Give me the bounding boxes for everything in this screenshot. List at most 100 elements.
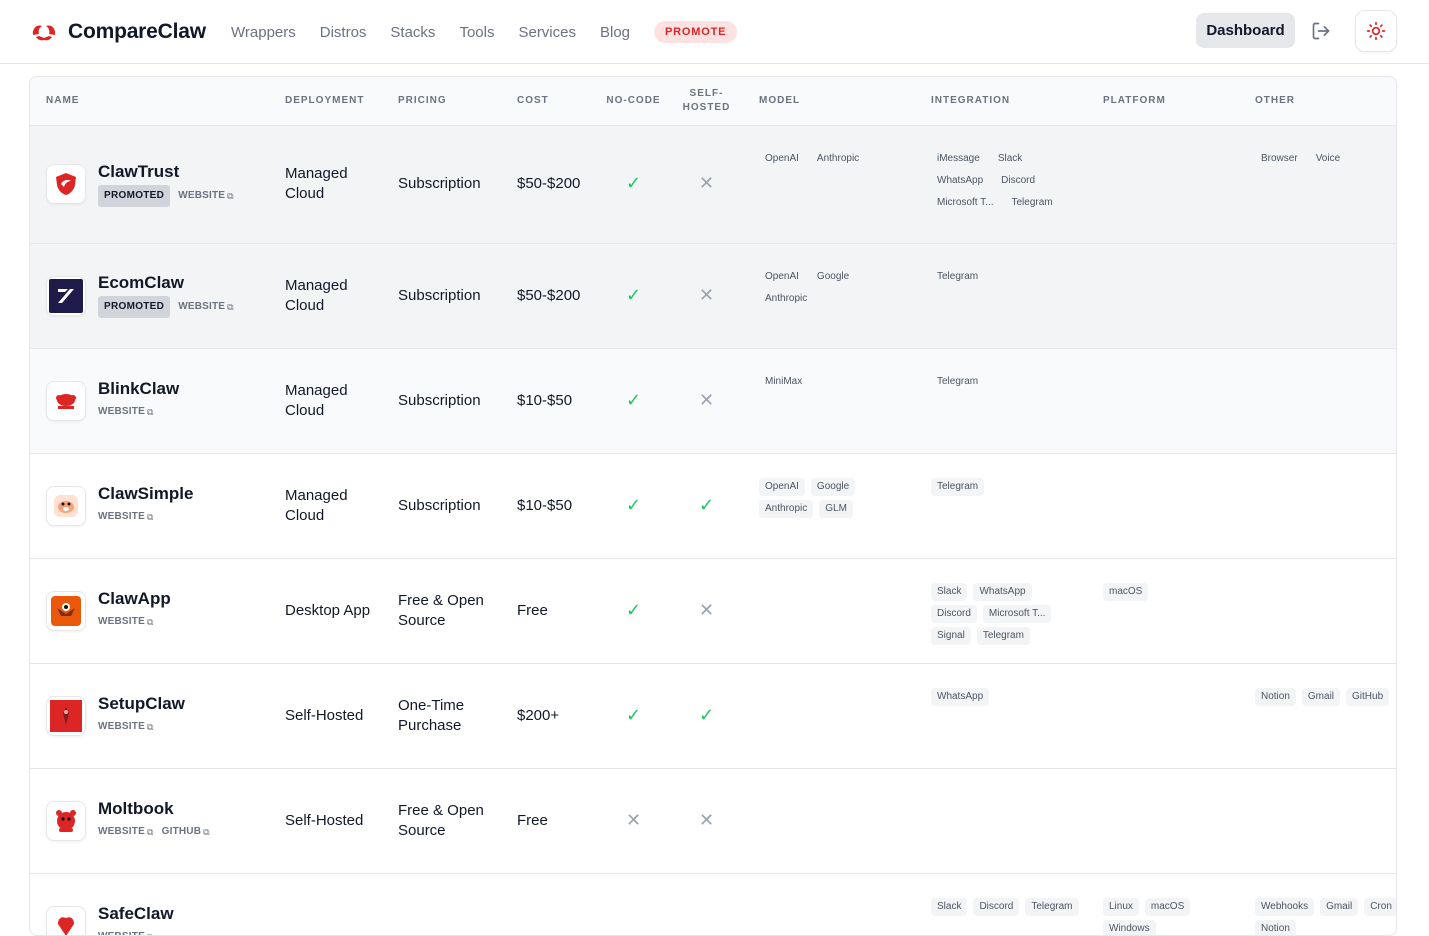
nav-link-tools[interactable]: Tools: [459, 24, 494, 41]
cell-no-code: ✓: [597, 348, 670, 453]
cell-integration: Telegram: [915, 243, 1087, 348]
cell-integration-tags: Telegram: [931, 268, 1081, 286]
github-link[interactable]: GITHUB⧉: [162, 822, 210, 842]
tag-telegram: Telegram: [931, 478, 984, 496]
nav-link-blog[interactable]: Blog: [600, 24, 630, 41]
dashboard-button[interactable]: Dashboard: [1196, 13, 1295, 48]
tool-logo-clawtrust[interactable]: [46, 164, 86, 204]
column-header-no-code[interactable]: NO-CODE: [597, 77, 670, 125]
website-link[interactable]: WEBSITE⧉: [178, 297, 234, 317]
cell-deployment-value: Managed Cloud: [285, 382, 348, 419]
cell-model-tags: OpenAIGoogleAnthropic: [759, 268, 909, 308]
tool-logo-moltbook[interactable]: [46, 801, 86, 841]
cell-integration: [915, 768, 1087, 873]
tag-whatsapp: WhatsApp: [973, 583, 1031, 601]
cell-cost-value: $10-$50: [517, 392, 572, 409]
cell-cost: $50-$200: [501, 243, 597, 348]
website-link[interactable]: WEBSITE⧉: [98, 822, 154, 842]
column-header-name[interactable]: NAME: [30, 77, 269, 125]
nav-link-wrappers[interactable]: Wrappers: [231, 24, 296, 41]
cell-cost: $50-$200: [501, 125, 597, 243]
tool-logo-safeclaw[interactable]: [46, 906, 86, 936]
cell-integration-tags: SlackWhatsAppDiscordMicrosoft T...Signal…: [931, 583, 1081, 645]
cell-name: ClawApp WEBSITE⧉: [30, 558, 269, 663]
tool-name[interactable]: EcomClaw: [98, 273, 234, 293]
tool-name[interactable]: BlinkClaw: [98, 379, 179, 399]
cross-icon: ✕: [699, 810, 714, 830]
cross-icon: ✕: [699, 390, 714, 410]
tool-logo-setupclaw[interactable]: [46, 696, 86, 736]
external-link-icon: ⧉: [147, 927, 154, 936]
website-link[interactable]: WEBSITE⧉: [98, 402, 154, 422]
tag-gmail: Gmail: [1302, 688, 1340, 706]
check-icon: ✓: [699, 495, 714, 515]
external-link-icon: ⧉: [147, 822, 154, 842]
tag-whatsapp: WhatsApp: [931, 688, 989, 706]
logout-button[interactable]: [1307, 17, 1335, 45]
website-link[interactable]: WEBSITE⧉: [98, 717, 154, 737]
cell-self-hosted: ✓: [670, 663, 743, 768]
tag-imessage: iMessage: [931, 150, 986, 168]
external-link-icon: ⧉: [227, 297, 234, 317]
tag-slack: Slack: [931, 583, 967, 601]
tool-name[interactable]: ClawApp: [98, 589, 171, 609]
tool-name[interactable]: SafeClaw: [98, 904, 174, 924]
cell-other: [1239, 558, 1397, 663]
moltbook-logo-icon: [51, 806, 81, 836]
column-header-model[interactable]: MODEL: [743, 77, 915, 125]
column-header-pricing[interactable]: PRICING: [382, 77, 501, 125]
safeclaw-logo-icon: [52, 912, 80, 936]
tool-name-block: SafeClaw WEBSITE⧉: [98, 904, 174, 936]
tag-telegram: Telegram: [977, 627, 1030, 645]
tag-macos: macOS: [1145, 898, 1190, 916]
external-link-icon: ⧉: [147, 507, 154, 527]
cell-deployment: Managed Cloud: [269, 453, 382, 558]
tool-identity: SafeClaw WEBSITE⧉: [46, 904, 269, 936]
promoted-badge: PROMOTED: [98, 296, 170, 318]
column-header-self-hosted[interactable]: SELF-HOSTED: [670, 77, 743, 125]
comparison-table-container: NAME DEPLOYMENT PRICING COST NO-CODE SEL…: [29, 76, 1397, 936]
tool-name[interactable]: ClawSimple: [98, 484, 193, 504]
tool-logo-ecomclaw[interactable]: [46, 276, 86, 316]
promote-button[interactable]: PROMOTE: [654, 21, 737, 43]
website-link[interactable]: WEBSITE⧉: [98, 507, 154, 527]
cell-other: NotionGmailGitHub: [1239, 663, 1397, 768]
tool-logo-blinkclaw[interactable]: [46, 381, 86, 421]
tool-logo-clawapp[interactable]: [46, 591, 86, 631]
website-link[interactable]: WEBSITE⧉: [178, 186, 234, 206]
cell-pricing-value: Subscription: [398, 287, 481, 304]
column-header-deployment[interactable]: DEPLOYMENT: [269, 77, 382, 125]
website-link-label: WEBSITE: [178, 186, 225, 206]
tag-notion: Notion: [1255, 920, 1296, 936]
comparison-table: NAME DEPLOYMENT PRICING COST NO-CODE SEL…: [30, 77, 1397, 936]
cell-no-code: ✓: [597, 663, 670, 768]
cell-cost: $10-$50: [501, 348, 597, 453]
tool-logo-clawsimple[interactable]: [46, 486, 86, 526]
website-link[interactable]: WEBSITE⧉: [98, 927, 154, 936]
main-nav: Wrappers Distros Stacks Tools Services B…: [231, 18, 737, 46]
column-header-platform[interactable]: PLATFORM: [1087, 77, 1239, 125]
tool-name-block: SetupClaw WEBSITE⧉: [98, 694, 185, 737]
website-link[interactable]: WEBSITE⧉: [98, 612, 154, 632]
cell-model: OpenAIGoogleAnthropicGLM: [743, 453, 915, 558]
cell-pricing: Subscription: [382, 243, 501, 348]
tool-name[interactable]: Moltbook: [98, 799, 210, 819]
cell-name: BlinkClaw WEBSITE⧉: [30, 348, 269, 453]
nav-link-services[interactable]: Services: [518, 24, 576, 41]
setupclaw-logo-icon: [50, 700, 82, 732]
column-header-integration[interactable]: INTEGRATION: [915, 77, 1087, 125]
tag-anthropic: Anthropic: [811, 150, 865, 168]
check-icon: ✓: [626, 600, 641, 620]
check-icon: ✓: [626, 173, 641, 193]
brand-logo-link[interactable]: CompareClaw: [30, 17, 206, 47]
column-header-cost[interactable]: COST: [501, 77, 597, 125]
cell-other: WebhooksGmailCronNotion: [1239, 873, 1397, 936]
tool-name-block: EcomClaw PROMOTED WEBSITE⧉: [98, 273, 234, 318]
nav-link-stacks[interactable]: Stacks: [390, 24, 435, 41]
theme-toggle-button[interactable]: [1355, 10, 1397, 52]
tool-name[interactable]: SetupClaw: [98, 694, 185, 714]
nav-link-distros[interactable]: Distros: [320, 24, 367, 41]
external-link-icon: ⧉: [203, 822, 210, 842]
column-header-other[interactable]: OTHER: [1239, 77, 1397, 125]
tool-name[interactable]: ClawTrust: [98, 162, 234, 182]
